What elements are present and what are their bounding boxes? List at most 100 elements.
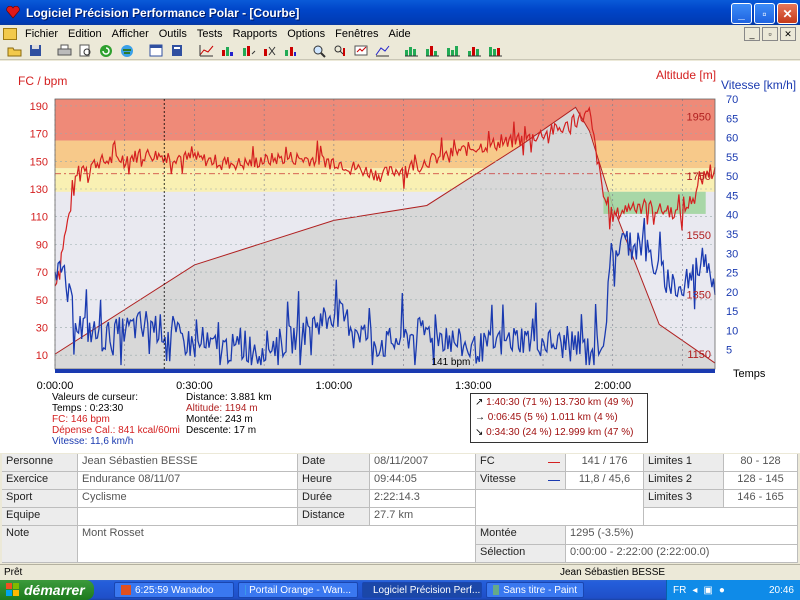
task-paint[interactable]: Sans titre - Paint xyxy=(486,582,584,598)
altitude-tick-label: 1950 xyxy=(687,111,711,123)
maximize-button[interactable]: ▫ xyxy=(754,3,775,24)
mdi-minimize-button[interactable]: _ xyxy=(744,27,760,41)
time-axis-bar xyxy=(55,369,715,373)
task-wanadoo-label: 6:25:59 Wanadoo xyxy=(135,584,214,596)
antivirus-icon[interactable]: ● xyxy=(719,585,725,596)
zoom-icon[interactable] xyxy=(311,44,327,58)
window-title: Logiciel Précision Performance Polar - [… xyxy=(26,5,300,20)
speed-tick-label: 50 xyxy=(726,171,738,183)
lap-view-icon[interactable] xyxy=(240,44,256,58)
calendar-icon[interactable] xyxy=(148,44,164,58)
vitesse-value: 11,8 / 45,6 xyxy=(566,472,644,490)
fc-label: FC xyxy=(476,454,566,472)
date-value: 08/11/2007 xyxy=(370,454,476,472)
compare-view-icon[interactable] xyxy=(261,44,277,58)
time-axis-label: Temps xyxy=(733,368,766,380)
exercice-value[interactable]: Endurance 08/11/07 xyxy=(78,472,298,490)
mdi-restore-button[interactable]: ▫ xyxy=(762,27,778,41)
menu-afficher[interactable]: Afficher xyxy=(107,28,154,40)
globe-icon[interactable] xyxy=(119,44,135,58)
task-wanadoo[interactable]: 6:25:59 Wanadoo xyxy=(114,582,234,598)
network-icon[interactable]: ▣ xyxy=(703,585,712,596)
hr-tick-label: 30 xyxy=(36,322,48,334)
stats-row-ascent: ↗ 1:40:30 (71 %) 13.730 km (49 %) xyxy=(475,395,643,410)
print-icon[interactable] xyxy=(56,44,72,58)
start-label: démarrer xyxy=(24,582,85,598)
mdi-close-button[interactable]: ✕ xyxy=(780,27,796,41)
menu-options[interactable]: Options xyxy=(282,28,330,40)
zoom-chart-icon[interactable] xyxy=(332,44,348,58)
cursor-ascent: Montée: 243 m xyxy=(186,414,253,425)
cursor-fc: FC: 146 bpm xyxy=(52,414,110,425)
selection-value: 0:00:00 - 2:22:00 (2:22:00.0) xyxy=(566,545,798,563)
vitesse-legend-line xyxy=(548,480,560,481)
refresh-icon[interactable] xyxy=(98,44,114,58)
week-summary-icon[interactable] xyxy=(403,44,419,58)
duree-label: Durée xyxy=(298,490,370,508)
menu-tests[interactable]: Tests xyxy=(192,28,228,40)
document-icon[interactable] xyxy=(3,27,17,40)
personne-value[interactable]: Jean Sébastien BESSE xyxy=(78,454,298,472)
equipe-value[interactable] xyxy=(78,508,298,526)
totals-summary-icon[interactable] xyxy=(487,44,503,58)
minimize-button[interactable]: _ xyxy=(731,3,752,24)
montee-label: Montée xyxy=(476,526,566,545)
ascent-descent-stats: ↗ 1:40:30 (71 %) 13.730 km (49 %) → 0:06… xyxy=(470,393,648,443)
print-preview-icon[interactable] xyxy=(77,44,93,58)
close-button[interactable]: ✕ xyxy=(777,3,798,24)
clock[interactable]: 20:46 xyxy=(769,585,794,596)
limite2-label: Limites 2 xyxy=(644,472,724,490)
scale-icon[interactable] xyxy=(374,44,390,58)
stats-ascent-text: 1:40:30 (71 %) 13.730 km (49 %) xyxy=(486,397,634,408)
speed-tick-label: 55 xyxy=(726,152,738,164)
bar-view-icon[interactable] xyxy=(219,44,235,58)
vitesse-label: Vitesse xyxy=(476,472,566,490)
task-portail-orange[interactable]: Portail Orange - Wan... xyxy=(238,582,358,598)
menu-fenetres[interactable]: Fenêtres xyxy=(330,28,383,40)
toolbar xyxy=(0,42,800,60)
cursor-values-panel: Valeurs de curseur: Temps : 0:23:30 FC: … xyxy=(52,392,272,447)
speed-tick-label: 70 xyxy=(726,94,738,106)
menu-edition[interactable]: Edition xyxy=(63,28,107,40)
status-user: Jean Sébastien BESSE xyxy=(560,567,666,578)
status-text: Prêt xyxy=(4,567,23,578)
polar-heart-icon[interactable] xyxy=(5,5,21,21)
task-paint-label: Sans titre - Paint xyxy=(503,584,577,596)
start-button[interactable]: démarrer xyxy=(0,580,94,600)
open-folder-icon[interactable] xyxy=(6,44,22,58)
cursor-altitude: Altitude: 1194 m xyxy=(186,403,258,414)
language-indicator[interactable]: FR xyxy=(673,585,686,596)
settings-chart-icon[interactable] xyxy=(353,44,369,58)
curve-view-icon[interactable] xyxy=(198,44,214,58)
stats-flat-text: 0:06:45 (5 %) 1.011 km (4 %) xyxy=(487,412,618,423)
hr-tick-label: 50 xyxy=(36,295,48,307)
selection-label: Sélection xyxy=(476,545,566,563)
menu-aide[interactable]: Aide xyxy=(384,28,416,40)
note-value[interactable]: Mont Rosset xyxy=(78,526,476,563)
menu-fichier[interactable]: Fichier xyxy=(20,28,63,40)
time-tick-label: 1:30:00 xyxy=(455,380,492,392)
stats-descent-text: 0:34:30 (24 %) 12.999 km (47 %) xyxy=(486,427,634,438)
save-icon[interactable] xyxy=(27,44,43,58)
cursor-heading: Valeurs de curseur: xyxy=(52,392,138,403)
up-arrow-icon: ↗ xyxy=(475,397,484,408)
empty-cell xyxy=(476,490,644,526)
equipe-label: Equipe xyxy=(2,508,78,526)
montee-value: 1295 (-3.5%) xyxy=(566,526,798,545)
book-icon[interactable] xyxy=(169,44,185,58)
speed-tick-label: 10 xyxy=(726,325,738,337)
cursor-time: Temps : 0:23:30 xyxy=(52,403,124,414)
month-summary-icon[interactable] xyxy=(424,44,440,58)
sport-value[interactable]: Cyclisme xyxy=(78,490,298,508)
hr-tick-label: 130 xyxy=(30,184,48,196)
menu-rapports[interactable]: Rapports xyxy=(228,28,283,40)
trend-view-icon[interactable] xyxy=(282,44,298,58)
menu-outils[interactable]: Outils xyxy=(154,28,192,40)
diary-summary-icon[interactable] xyxy=(466,44,482,58)
task-portail-label: Portail Orange - Wan... xyxy=(249,584,351,596)
speaker-icon[interactable]: ◂ xyxy=(692,585,697,596)
task-polar[interactable]: Logiciel Précision Perf... xyxy=(362,582,482,598)
speed-tick-label: 40 xyxy=(726,210,738,222)
year-summary-icon[interactable] xyxy=(445,44,461,58)
hr-tick-label: 110 xyxy=(30,212,48,224)
